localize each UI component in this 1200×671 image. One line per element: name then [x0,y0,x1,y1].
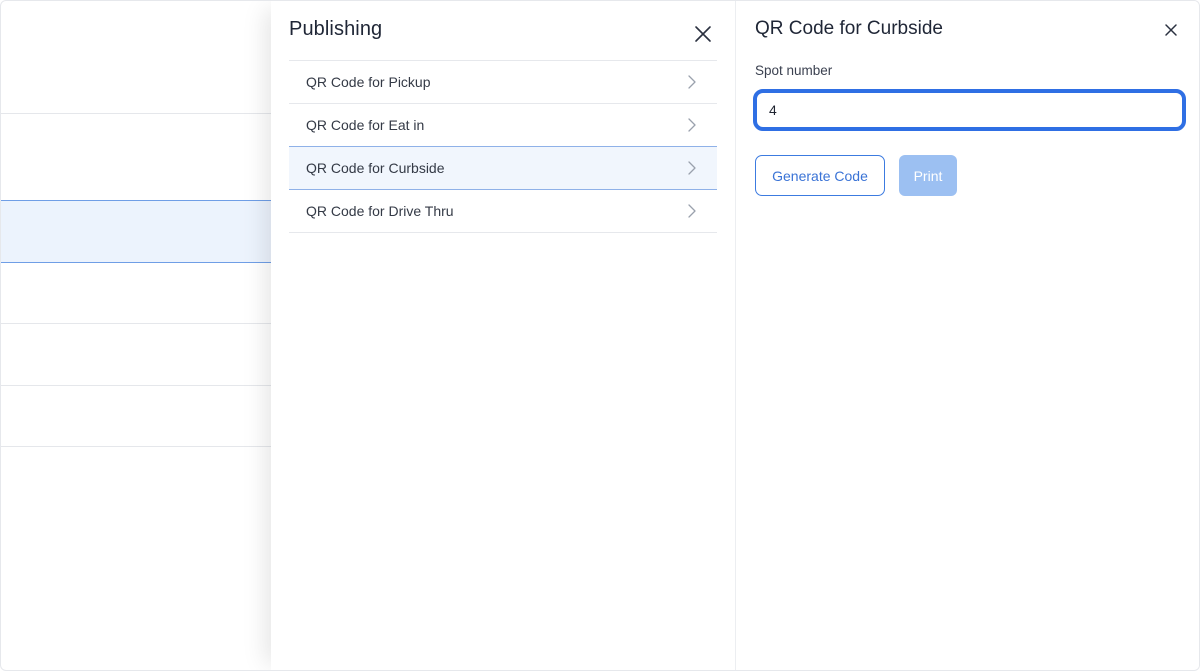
qr-detail-panel: QR Code for Curbside Spot number Generat… [736,1,1199,670]
background-row[interactable] [1,263,271,324]
background-row[interactable] [1,114,271,201]
print-button[interactable]: Print [899,155,957,196]
background-row[interactable] [1,386,271,447]
publishing-item-label: QR Code for Pickup [306,74,431,90]
spot-number-label: Spot number [755,63,833,78]
publishing-item-curbside[interactable]: QR Code for Curbside [289,146,717,190]
publishing-title: Publishing [289,18,383,40]
background-row-selected[interactable] [1,200,271,263]
publishing-item-label: QR Code for Eat in [306,117,425,133]
chevron-right-icon [687,75,697,89]
publishing-panel: Publishing QR Code for Pickup QR Code fo… [271,1,736,670]
publishing-item-label: QR Code for Curbside [306,160,445,176]
publishing-item-drive-thru[interactable]: QR Code for Drive Thru [289,190,717,233]
detail-title: QR Code for Curbside [755,18,943,39]
app-frame: Publishing QR Code for Pickup QR Code fo… [0,0,1200,671]
close-icon[interactable] [1164,23,1178,37]
publishing-item-pickup[interactable]: QR Code for Pickup [289,61,717,104]
close-icon[interactable] [693,24,713,44]
publishing-item-eat-in[interactable]: QR Code for Eat in [289,104,717,147]
chevron-right-icon [687,204,697,218]
background-row[interactable] [1,324,271,386]
chevron-right-icon [687,118,697,132]
publishing-list: QR Code for Pickup QR Code for Eat in QR… [289,60,717,233]
spot-number-input[interactable] [753,89,1186,131]
chevron-right-icon [687,161,697,175]
publishing-item-label: QR Code for Drive Thru [306,203,454,219]
background-list [1,1,271,670]
generate-code-button[interactable]: Generate Code [755,155,885,196]
background-row[interactable] [1,1,271,114]
